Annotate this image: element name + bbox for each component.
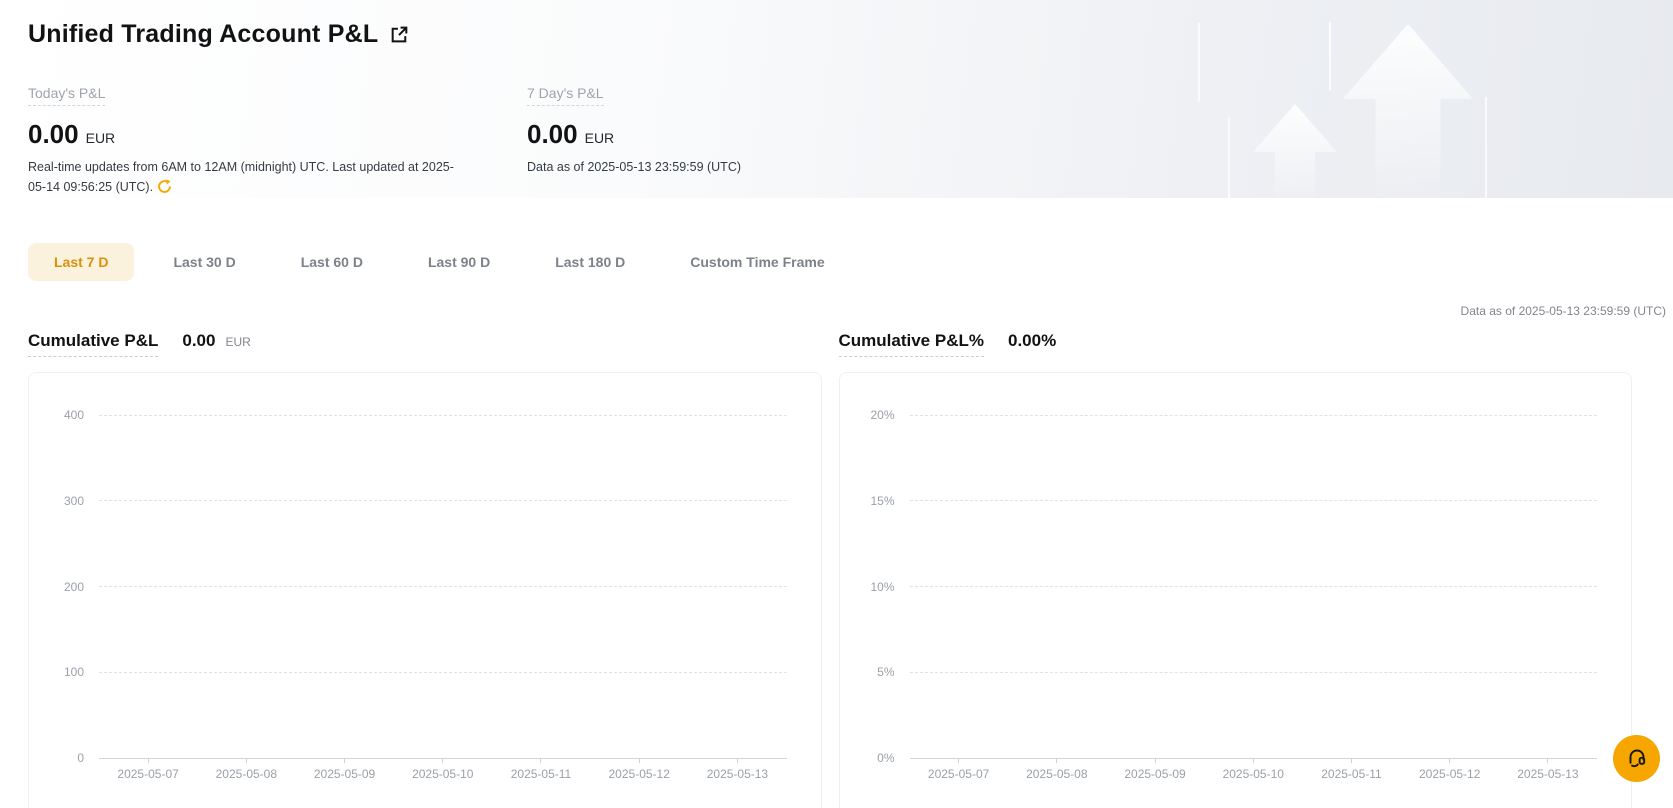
todays-pnl-label[interactable]: Today's P&L (28, 85, 105, 106)
y-axis-tick: 0 (29, 751, 99, 765)
cumulative-pnl-chart: 400 300 200 100 0 2025-05-07 2025-05-08 … (28, 372, 822, 808)
timeframe-tabs: Last 7 D Last 30 D Last 60 D Last 90 D L… (28, 243, 1673, 281)
seven-day-pnl-note: Data as of 2025-05-13 23:59:59 (UTC) (527, 157, 741, 177)
todays-pnl-value: 0.00 (28, 119, 79, 150)
y-axis-tick: 200 (29, 580, 99, 594)
x-axis-tick: 2025-05-13 (1517, 767, 1578, 781)
charts-area: Cumulative P&L 0.00 EUR 400 300 200 100 … (0, 331, 1673, 808)
y-axis-tick: 20% (840, 408, 910, 422)
y-axis-tick: 400 (29, 408, 99, 422)
seven-day-pnl-block: 7 Day's P&L 0.00 EUR Data as of 2025-05-… (527, 85, 741, 198)
external-link-icon[interactable] (389, 24, 410, 45)
x-axis-tick: 2025-05-10 (1223, 767, 1284, 781)
todays-pnl-note: Real-time updates from 6AM to 12AM (midn… (28, 157, 458, 198)
seven-day-pnl-currency: EUR (585, 130, 615, 146)
tab-last-60d[interactable]: Last 60 D (275, 243, 389, 281)
cumulative-pnl-value: 0.00 (182, 331, 215, 351)
x-axis-tick: 2025-05-08 (216, 767, 277, 781)
y-axis-tick: 15% (840, 494, 910, 508)
tab-last-90d[interactable]: Last 90 D (402, 243, 516, 281)
y-axis-tick: 0% (840, 751, 910, 765)
headset-icon (1625, 745, 1649, 772)
tab-last-7d[interactable]: Last 7 D (28, 243, 134, 281)
y-axis-tick: 10% (840, 580, 910, 594)
cumulative-pnl-unit: EUR (225, 335, 250, 349)
support-chat-button[interactable] (1613, 735, 1660, 782)
seven-day-pnl-value: 0.00 (527, 119, 578, 150)
x-axis-tick: 2025-05-13 (707, 767, 768, 781)
page-title: Unified Trading Account P&L (28, 20, 378, 49)
cumulative-pnl-percent-chart: 20% 15% 10% 5% 0% 2025-05-07 2025-05-08 … (839, 372, 1633, 808)
y-axis-tick: 300 (29, 494, 99, 508)
x-axis-tick: 2025-05-09 (1124, 767, 1185, 781)
cumulative-pnl-percent-value: 0.00% (1008, 331, 1056, 351)
x-axis-tick: 2025-05-07 (928, 767, 989, 781)
refresh-icon[interactable] (157, 179, 172, 198)
x-axis-tick: 2025-05-09 (314, 767, 375, 781)
tab-custom-time-frame[interactable]: Custom Time Frame (664, 243, 850, 281)
tab-last-180d[interactable]: Last 180 D (529, 243, 651, 281)
tab-last-30d[interactable]: Last 30 D (147, 243, 261, 281)
x-axis-tick: 2025-05-11 (511, 767, 572, 781)
x-axis-tick: 2025-05-12 (1419, 767, 1480, 781)
x-axis: 2025-05-07 2025-05-08 2025-05-09 2025-05… (99, 758, 787, 781)
cumulative-pnl-title[interactable]: Cumulative P&L (28, 331, 158, 357)
y-axis-tick: 5% (840, 665, 910, 679)
todays-pnl-block: Today's P&L 0.00 EUR Real-time updates f… (28, 85, 527, 198)
y-axis-tick: 100 (29, 665, 99, 679)
data-as-of-label: Data as of 2025-05-13 23:59:59 (UTC) (0, 304, 1673, 318)
cumulative-pnl-percent-section: Cumulative P&L% 0.00% 20% 15% 10% 5% 0% … (839, 331, 1633, 808)
x-axis: 2025-05-07 2025-05-08 2025-05-09 2025-05… (910, 758, 1598, 781)
seven-day-pnl-label[interactable]: 7 Day's P&L (527, 85, 604, 106)
cumulative-pnl-percent-title[interactable]: Cumulative P&L% (839, 331, 984, 357)
x-axis-tick: 2025-05-11 (1321, 767, 1382, 781)
x-axis-tick: 2025-05-08 (1026, 767, 1087, 781)
x-axis-tick: 2025-05-10 (412, 767, 473, 781)
x-axis-tick: 2025-05-07 (117, 767, 178, 781)
cumulative-pnl-section: Cumulative P&L 0.00 EUR 400 300 200 100 … (28, 331, 822, 808)
hero-banner: Unified Trading Account P&L Today's P&L … (0, 0, 1673, 198)
todays-pnl-currency: EUR (86, 130, 116, 146)
x-axis-tick: 2025-05-12 (609, 767, 670, 781)
